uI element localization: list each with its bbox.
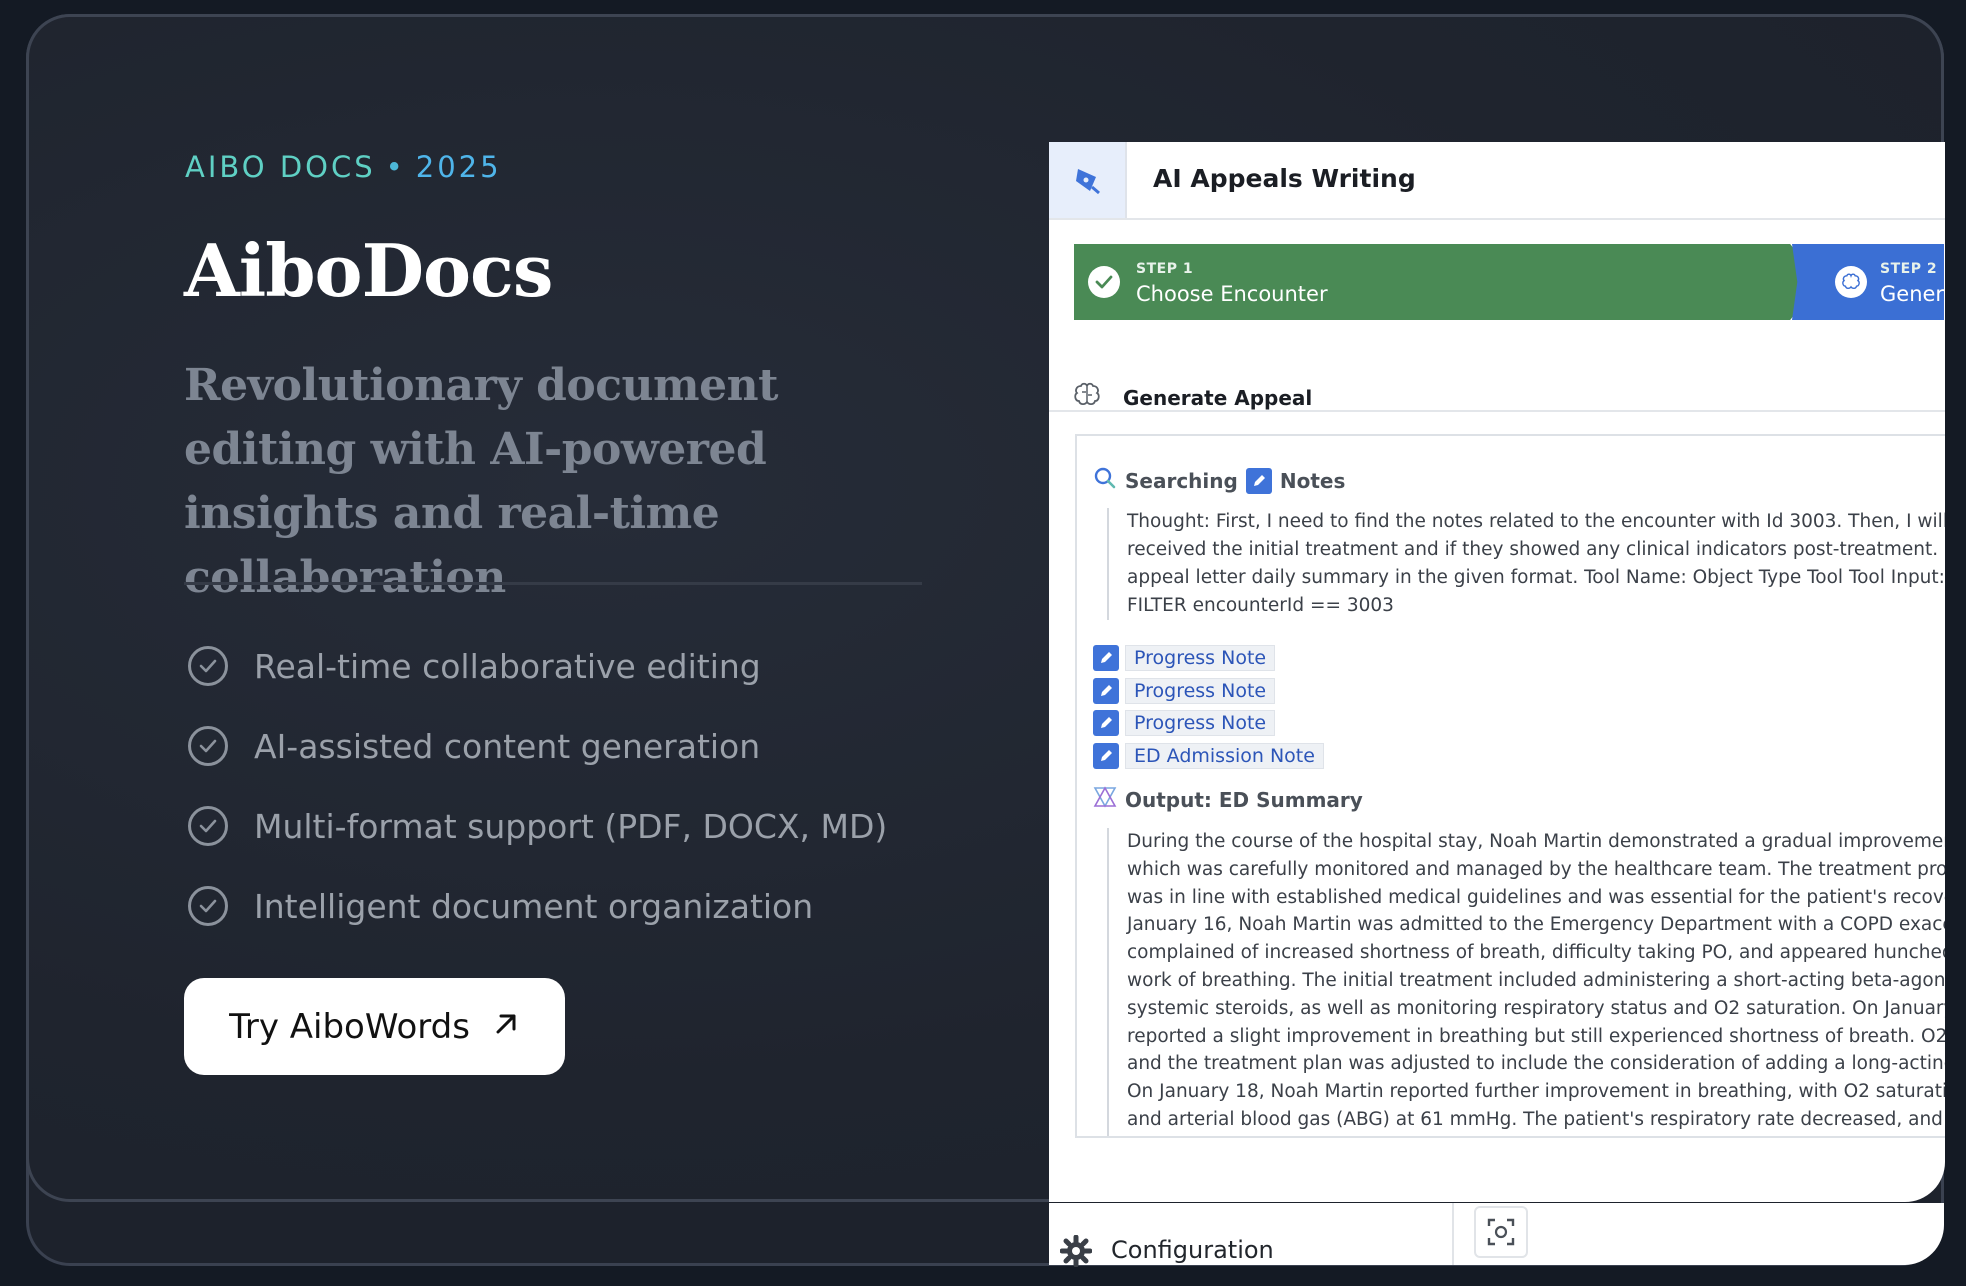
output-line: reported a slight improvement in breathi…: [1127, 1025, 1945, 1047]
note-item[interactable]: Progress Note: [1093, 675, 1324, 708]
note-link[interactable]: Progress Note: [1125, 645, 1276, 672]
output-line: complained of increased shortness of bre…: [1127, 942, 1945, 964]
note-link[interactable]: Progress Note: [1125, 677, 1276, 704]
step-2-label: STEP 2: [1880, 261, 1938, 277]
feature-item: AI-assisted content generation: [184, 706, 887, 786]
cta-label: Try AiboWords: [229, 1006, 470, 1047]
try-aibowords-button[interactable]: Try AiboWords: [184, 978, 565, 1075]
hero-title: AiboDocs: [184, 228, 553, 313]
check-icon: [1088, 266, 1120, 298]
feature-item: Real-time collaborative editing: [184, 626, 887, 706]
output-line: work of breathing. The initial treatment…: [1127, 969, 1945, 991]
output-line: and the treatment plan was adjusted to i…: [1127, 1053, 1945, 1075]
step-2-name: Genera: [1880, 282, 1957, 306]
app-header: AI Appeals Writing: [1049, 142, 1945, 220]
pencil-icon: [1245, 467, 1272, 494]
feature-text: Multi-format support (PDF, DOCX, MD): [254, 806, 888, 846]
config-divider: [1452, 1203, 1454, 1265]
brain-icon: [1073, 382, 1101, 413]
note-item[interactable]: Progress Note: [1093, 642, 1324, 675]
output-line: which was carefully monitored and manage…: [1127, 858, 1945, 880]
feature-text: Intelligent document organization: [254, 886, 814, 926]
thought-line: received the initial treatment and if th…: [1127, 539, 1945, 560]
eyebrow-separator: •: [385, 150, 406, 184]
feature-text: AI-assisted content generation: [254, 726, 761, 766]
thought-block: Thought: First, I need to find the notes…: [1107, 508, 1945, 620]
feature-text: Real-time collaborative editing: [254, 646, 761, 686]
eyebrow-brand: AIBO DOCS: [185, 150, 376, 184]
brain-icon: [1835, 266, 1867, 298]
pencil-icon: [1093, 742, 1119, 769]
note-item[interactable]: ED Admission Note: [1093, 740, 1324, 773]
focus-frame-icon[interactable]: [1474, 1206, 1528, 1258]
note-link[interactable]: Progress Note: [1125, 710, 1276, 737]
hero-divider: [184, 582, 922, 585]
check-circle-icon: [188, 806, 228, 846]
configuration-label[interactable]: Configuration: [1111, 1236, 1274, 1264]
check-circle-icon: [188, 726, 228, 766]
output-line: was in line with established medical gui…: [1127, 886, 1945, 908]
step-2-generate[interactable]: STEP 2 Genera: [1792, 244, 1944, 320]
searching-row: Searching Notes: [1093, 466, 1345, 495]
check-circle-icon: [188, 646, 228, 686]
thought-line: FILTER encounterId == 3003: [1127, 595, 1394, 616]
pencil-icon: [1093, 677, 1119, 704]
note-item[interactable]: Progress Note: [1093, 707, 1324, 740]
thought-line: Thought: First, I need to find the notes…: [1127, 511, 1945, 532]
arrow-up-right-icon: [492, 1007, 520, 1047]
searching-label: Searching: [1125, 468, 1238, 493]
gear-icon[interactable]: [1059, 1234, 1093, 1272]
stepper-divider: [1049, 410, 1945, 412]
note-link[interactable]: ED Admission Note: [1125, 742, 1324, 769]
output-line: and arterial blood gas (ABG) at 61 mmHg.…: [1127, 1108, 1945, 1130]
output-line: On January 18, Noah Martin reported furt…: [1127, 1081, 1945, 1103]
output-body: During the course of the hospital stay, …: [1107, 828, 1945, 1136]
searching-target: Notes: [1279, 468, 1346, 493]
pen-nib-icon[interactable]: [1049, 142, 1127, 218]
output-title-text: Output: ED Summary: [1125, 787, 1363, 812]
eyebrow-year: 2025: [415, 150, 502, 184]
pencil-icon: [1093, 710, 1119, 737]
feature-item: Multi-format support (PDF, DOCX, MD): [184, 786, 887, 866]
thought-line: appeal letter daily summary in the given…: [1127, 567, 1945, 588]
feature-item: Intelligent document organization: [184, 866, 887, 946]
output-line: systemic steroids, as well as monitoring…: [1127, 997, 1945, 1019]
check-circle-icon: [188, 886, 228, 926]
generate-appeal-panel[interactable]: Searching Notes Thought: First, I need t…: [1075, 434, 1945, 1138]
feature-list: Real-time collaborative editing AI-assis…: [184, 626, 887, 946]
output-title: Output: ED Summary: [1093, 786, 1363, 813]
sparkle-icon: [1093, 786, 1117, 813]
output-line: During the course of the hospital stay, …: [1127, 831, 1945, 852]
section-title-text: Generate Appeal: [1123, 386, 1313, 410]
step-1-choose-encounter[interactable]: STEP 1 Choose Encounter: [1074, 244, 1820, 320]
eyebrow: AIBO DOCS • 2025: [185, 150, 502, 184]
step-1-label: STEP 1: [1136, 261, 1194, 277]
pencil-icon: [1093, 645, 1119, 672]
output-line: January 16, Noah Martin was admitted to …: [1127, 914, 1945, 936]
section-title: Generate Appeal: [1074, 382, 1313, 410]
step-1-name: Choose Encounter: [1136, 282, 1328, 306]
notes-list: Progress Note Progress Note Progress Not…: [1093, 642, 1324, 772]
app-title: AI Appeals Writing: [1153, 164, 1416, 193]
hero-subtitle: Revolutionary document editing with AI-p…: [184, 360, 778, 603]
magnifier-icon: [1093, 466, 1117, 495]
